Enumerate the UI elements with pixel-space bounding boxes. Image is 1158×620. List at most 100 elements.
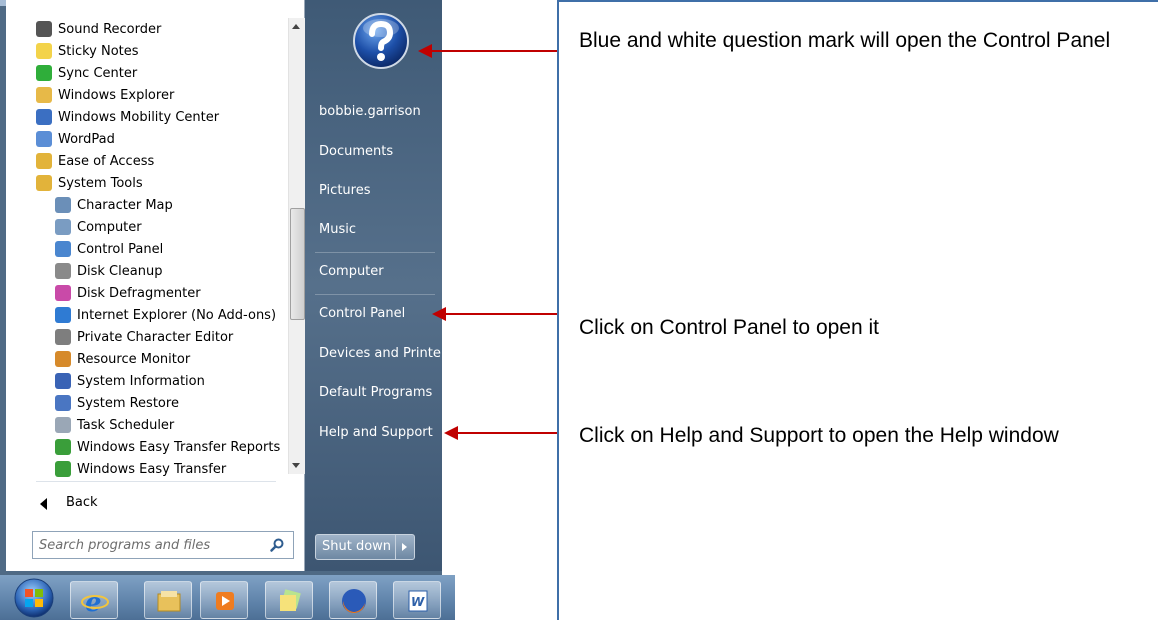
back-button[interactable]: Back [66, 495, 98, 510]
computer-icon [55, 219, 71, 235]
program-item-system-restore[interactable]: System Restore [55, 392, 179, 414]
word-icon: W [408, 590, 428, 612]
program-item-internet-explorer-no-addons[interactable]: Internet Explorer (No Add-ons) [55, 304, 276, 326]
right-pane: bobbie.garrison Documents Pictures Music… [305, 0, 453, 571]
program-label: Ease of Access [58, 153, 155, 169]
program-label: Windows Mobility Center [58, 109, 220, 125]
control-panel-link[interactable]: Control Panel [319, 306, 405, 321]
file-explorer-icon [157, 591, 181, 612]
divider [315, 294, 435, 295]
taskbar-word-button[interactable]: W [393, 581, 441, 619]
program-label: Resource Monitor [77, 351, 191, 367]
program-item-resource-monitor[interactable]: Resource Monitor [55, 348, 190, 370]
sticky-notes-icon [36, 43, 52, 59]
search-box[interactable] [32, 531, 294, 559]
program-label: System Restore [77, 395, 179, 411]
program-item-system-information[interactable]: System Information [55, 370, 205, 392]
program-list-scrollbar[interactable] [288, 18, 305, 474]
help-question-mark-icon[interactable] [352, 12, 410, 70]
program-item-easy-transfer-reports[interactable]: Windows Easy Transfer Reports [55, 436, 280, 458]
sync-center-icon [36, 65, 52, 81]
search-input[interactable] [39, 536, 259, 554]
program-item-sticky-notes[interactable]: Sticky Notes [36, 40, 139, 62]
media-player-icon [216, 592, 234, 610]
disk-defragmenter-icon [55, 285, 71, 301]
control-panel-icon [55, 241, 71, 257]
annotation-control-panel: Click on Control Panel to open it [579, 316, 879, 339]
program-label: Sticky Notes [58, 43, 139, 59]
folder-icon [36, 175, 52, 191]
taskbar-firefox-button[interactable] [329, 581, 377, 619]
program-label: Character Map [77, 197, 173, 213]
program-item-disk-defragmenter[interactable]: Disk Defragmenter [55, 282, 201, 304]
system-restore-icon [55, 395, 71, 411]
program-label: Task Scheduler [77, 417, 175, 433]
arrow-line [430, 50, 557, 52]
program-item-windows-mobility-center[interactable]: Windows Mobility Center [36, 106, 219, 128]
program-label: Computer [77, 219, 142, 235]
program-item-wordpad[interactable]: WordPad [36, 128, 115, 150]
devices-and-printers-link[interactable]: Devices and Printers [319, 346, 453, 361]
program-label: Windows Explorer [58, 87, 175, 103]
program-item-system-tools[interactable]: System Tools [36, 172, 143, 194]
arrow-head-icon [444, 426, 458, 440]
divider [36, 481, 276, 482]
arrow-line [456, 432, 557, 434]
folder-icon [36, 87, 52, 103]
taskbar-file-explorer-button[interactable] [144, 581, 192, 619]
divider [315, 252, 435, 253]
program-label: Disk Cleanup [77, 263, 163, 279]
easy-transfer-icon [55, 439, 71, 455]
program-item-easy-transfer[interactable]: Windows Easy Transfer [55, 458, 226, 480]
scroll-down-arrow-icon[interactable] [292, 463, 300, 468]
disk-cleanup-icon [55, 263, 71, 279]
program-label: Private Character Editor [77, 329, 234, 345]
annotation-box [557, 0, 1158, 620]
shutdown-button[interactable]: Shut down [315, 534, 415, 560]
folder-icon [36, 153, 52, 169]
internet-explorer-icon: e [81, 588, 109, 615]
start-menu: Sound Recorder Sticky Notes Sync Center … [0, 0, 453, 575]
music-link[interactable]: Music [319, 222, 356, 237]
program-item-windows-explorer[interactable]: Windows Explorer [36, 84, 174, 106]
arrow-head-icon [432, 307, 446, 321]
taskbar-internet-explorer-button[interactable]: e [70, 581, 118, 619]
program-item-ease-of-access[interactable]: Ease of Access [36, 150, 154, 172]
program-item-disk-cleanup[interactable]: Disk Cleanup [55, 260, 162, 282]
program-label: WordPad [58, 131, 115, 147]
pictures-link[interactable]: Pictures [319, 183, 370, 198]
program-item-character-map[interactable]: Character Map [55, 194, 173, 216]
shutdown-options-arrow-icon[interactable] [395, 535, 414, 559]
documents-link[interactable]: Documents [319, 144, 393, 159]
taskbar-sticky-notes-button[interactable] [265, 581, 313, 619]
program-item-task-scheduler[interactable]: Task Scheduler [55, 414, 174, 436]
program-item-control-panel[interactable]: Control Panel [55, 238, 163, 260]
search-icon[interactable] [269, 537, 285, 553]
programs-pane: Sound Recorder Sticky Notes Sync Center … [6, 0, 305, 571]
svg-text:W: W [411, 595, 425, 609]
wordpad-icon [36, 131, 52, 147]
program-label: Control Panel [77, 241, 164, 257]
taskbar: e W [0, 575, 455, 620]
program-item-sync-center[interactable]: Sync Center [36, 62, 137, 84]
program-item-computer[interactable]: Computer [55, 216, 142, 238]
back-arrow-icon[interactable] [40, 498, 47, 510]
program-label: System Tools [58, 175, 143, 191]
arrow-line [444, 313, 557, 315]
taskbar-media-player-button[interactable] [200, 581, 248, 619]
program-item-private-character-editor[interactable]: Private Character Editor [55, 326, 233, 348]
internet-explorer-icon [55, 307, 71, 323]
resource-monitor-icon [55, 351, 71, 367]
user-folder-link[interactable]: bobbie.garrison [319, 104, 421, 119]
scroll-thumb[interactable] [290, 208, 305, 320]
program-label: System Information [77, 373, 205, 389]
sticky-notes-icon [280, 589, 301, 611]
windows-orb-icon[interactable] [14, 578, 54, 618]
scroll-up-arrow-icon[interactable] [292, 24, 300, 29]
computer-link[interactable]: Computer [319, 264, 384, 279]
program-item-sound-recorder[interactable]: Sound Recorder [36, 18, 161, 40]
firefox-icon [342, 589, 366, 614]
help-and-support-link[interactable]: Help and Support [319, 425, 433, 440]
clock-icon [55, 417, 71, 433]
default-programs-link[interactable]: Default Programs [319, 385, 432, 400]
